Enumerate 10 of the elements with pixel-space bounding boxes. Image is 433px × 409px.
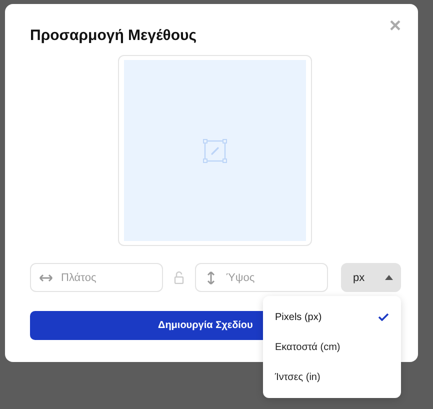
checkmark-icon bbox=[378, 313, 389, 321]
resize-icon bbox=[203, 138, 227, 162]
height-field[interactable]: Ύψος bbox=[195, 263, 328, 292]
dialog-title: Προσαρμογή Μεγέθους bbox=[30, 27, 197, 44]
unit-option[interactable]: Ίντσες (in) bbox=[263, 362, 401, 392]
vertical-arrows-icon bbox=[206, 271, 216, 285]
unlocked-padlock-icon[interactable] bbox=[174, 271, 184, 284]
width-field[interactable]: Πλάτος bbox=[30, 263, 163, 292]
horizontal-arrows-icon bbox=[39, 273, 53, 283]
unit-select[interactable]: px bbox=[341, 263, 401, 292]
